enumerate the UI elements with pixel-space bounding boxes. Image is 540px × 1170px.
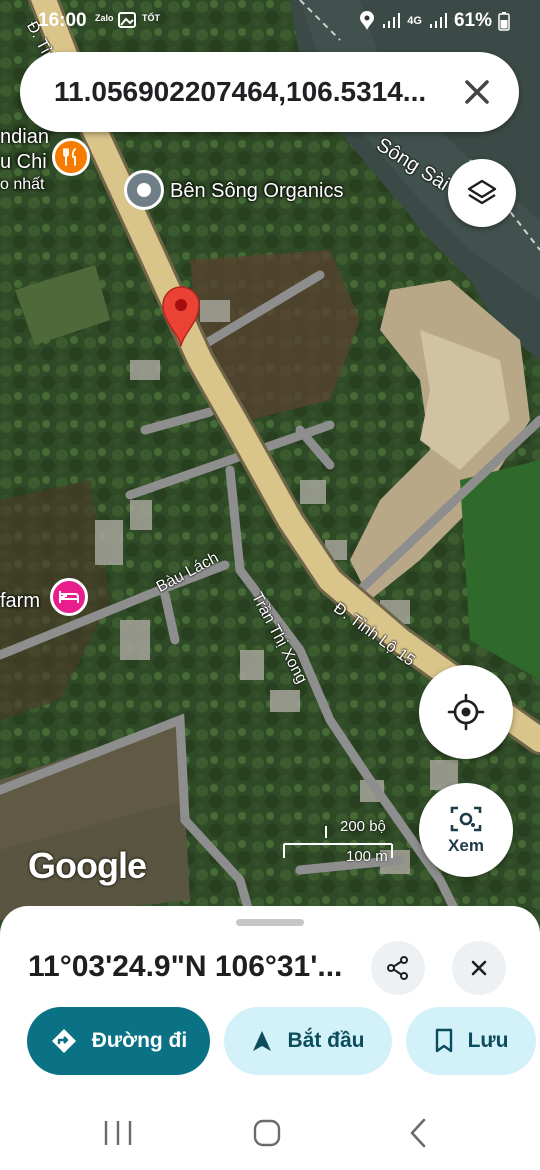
status-bar: 16:00 Zalo TỐT 4G 61% <box>0 0 540 42</box>
restaurant-label-line-2: u Chi <box>0 151 47 173</box>
organics-poi-icon[interactable] <box>124 170 164 210</box>
bed-icon <box>59 591 79 603</box>
start-label: Bắt đầu <box>287 1029 365 1052</box>
bookmark-icon <box>435 1028 452 1053</box>
layers-icon <box>467 179 497 205</box>
directions-icon <box>51 1029 76 1053</box>
back-icon[interactable] <box>398 1117 438 1149</box>
dot-icon <box>137 183 151 197</box>
save-button[interactable]: Lưu <box>406 1007 536 1075</box>
network-type: 4G <box>407 15 422 27</box>
gallery-icon <box>118 12 136 28</box>
search-query[interactable]: 11.056902207464,106.5314... <box>54 76 444 108</box>
battery-percent: 61% <box>453 10 492 31</box>
restaurant-poi-icon[interactable] <box>52 138 90 176</box>
directions-label: Đường đi <box>91 1029 188 1052</box>
location-pin-icon[interactable] <box>160 284 202 348</box>
camera-lens-icon <box>450 806 482 832</box>
drag-handle[interactable] <box>236 919 304 926</box>
restaurant-label-line-3: o nhất <box>0 176 45 193</box>
start-button[interactable]: Bắt đầu <box>224 1007 392 1075</box>
coordinates-title: 11°03'24.9"N 106°31'... <box>28 950 343 983</box>
restaurant-label-line-1: ndian <box>0 126 49 148</box>
battery-icon <box>498 12 510 31</box>
scale-imperial: 200 bộ <box>340 818 386 835</box>
close-search-icon[interactable] <box>457 72 497 112</box>
my-location-icon <box>447 693 485 731</box>
system-nav-bar <box>0 1095 540 1170</box>
signal-icon-2 <box>429 13 447 28</box>
lens-label: Xem <box>448 836 484 855</box>
share-icon <box>387 956 408 980</box>
navigation-arrow-icon <box>253 1031 272 1051</box>
recent-apps-icon[interactable] <box>98 1117 138 1149</box>
google-logo: Google <box>28 845 147 886</box>
search-bar[interactable]: 11.056902207464,106.5314... <box>20 52 519 132</box>
organics-label: Bên Sông Organics <box>170 180 344 202</box>
layers-button[interactable] <box>448 159 516 227</box>
farm-label: farm <box>0 590 40 612</box>
hotel-poi-icon[interactable] <box>50 578 88 616</box>
location-status-icon <box>360 11 375 30</box>
directions-button[interactable]: Đường đi <box>27 1007 210 1075</box>
fork-knife-icon <box>63 148 76 166</box>
scale-metric: 100 m <box>346 848 388 865</box>
save-label: Lưu <box>467 1029 509 1052</box>
scale-bar: 200 bộ 100 m <box>282 816 402 866</box>
home-icon[interactable] <box>247 1117 287 1149</box>
close-sheet-button[interactable] <box>452 941 506 995</box>
share-button[interactable] <box>371 941 425 995</box>
signal-icon <box>383 13 401 28</box>
status-time: 16:00 <box>38 10 87 31</box>
tot-icon: TỐT <box>142 13 160 23</box>
close-icon <box>471 960 487 976</box>
lens-button[interactable]: Xem <box>419 783 513 877</box>
zalo-icon: Zalo <box>95 13 114 23</box>
my-location-button[interactable] <box>419 665 513 759</box>
